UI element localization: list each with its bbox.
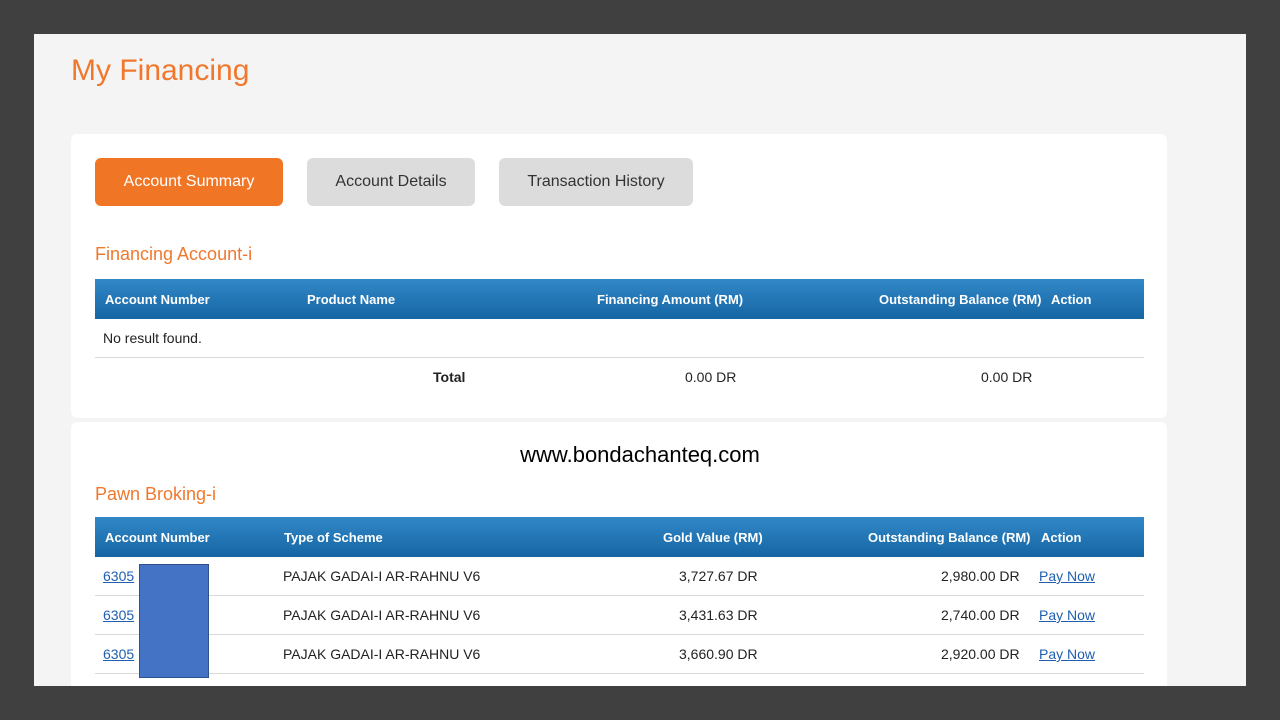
gold-value-cell: 3,727.67 DR (679, 568, 758, 584)
pay-now-link[interactable]: Pay Now (1039, 568, 1095, 584)
total-outstanding-balance: 0.00 DR (981, 369, 1033, 385)
pay-now-link[interactable]: Pay Now (1039, 607, 1095, 623)
gold-value-cell: 3,431.63 DR (679, 607, 758, 623)
empty-row: No result found. (95, 319, 1144, 358)
financing-section-title: Financing Account-i (95, 244, 253, 264)
pawn-section-title: Pawn Broking-i (95, 484, 217, 504)
tab-bar: Account Summary Account Details Transact… (95, 158, 693, 206)
outstanding-cell: 2,920.00 DR (941, 646, 1020, 662)
pay-now-link[interactable]: Pay Now (1039, 646, 1095, 662)
col-account-number: Account Number (105, 530, 210, 545)
slide-canvas: My Financing Account Summary Account Det… (34, 34, 1246, 686)
col-gold-value: Gold Value (RM) (663, 530, 763, 545)
account-number-link[interactable]: 6305 (103, 568, 134, 584)
col-outstanding-balance: Outstanding Balance (RM) (879, 292, 1042, 307)
empty-message: No result found. (103, 330, 202, 346)
financing-card: Account Summary Account Details Transact… (71, 134, 1167, 418)
scheme-cell: PAJAK GADAI-I AR-RAHNU V6 (283, 646, 481, 662)
watermark-text: www.bondachanteq.com (520, 442, 760, 467)
total-label: Total (433, 369, 466, 385)
account-number-link[interactable]: 6305 (103, 646, 134, 662)
outstanding-cell: 2,740.00 DR (941, 607, 1020, 623)
table-row: 6305 PAJAK GADAI-I AR-RAHNU V6 3,727.67 … (95, 557, 1144, 596)
tab-account-summary[interactable]: Account Summary (95, 158, 283, 206)
col-action: Action (1051, 292, 1092, 307)
table-row: 6305 PAJAK GADAI-I AR-RAHNU V6 3,660.90 … (95, 635, 1144, 674)
account-number-link[interactable]: 6305 (103, 607, 134, 623)
redaction-box (139, 564, 209, 678)
financing-table-header: Account Number Product Name Financing Am… (95, 279, 1144, 319)
total-row: Total 0.00 DR 0.00 DR (95, 358, 1144, 396)
col-outstanding-balance: Outstanding Balance (RM) (868, 530, 1031, 545)
gold-value-cell: 3,660.90 DR (679, 646, 758, 662)
total-financing-amount: 0.00 DR (685, 369, 737, 385)
pawn-table-header: Account Number Type of Scheme Gold Value… (95, 517, 1144, 557)
table-row: 6305 PAJAK GADAI-I AR-RAHNU V6 3,431.63 … (95, 596, 1144, 635)
col-product-name: Product Name (307, 292, 396, 307)
col-type-of-scheme: Type of Scheme (284, 530, 383, 545)
page-title: My Financing (71, 54, 250, 87)
tab-transaction-history[interactable]: Transaction History (499, 158, 693, 206)
outstanding-cell: 2,980.00 DR (941, 568, 1020, 584)
col-action: Action (1041, 530, 1082, 545)
col-account-number: Account Number (105, 292, 210, 307)
col-financing-amount: Financing Amount (RM) (597, 292, 744, 307)
scheme-cell: PAJAK GADAI-I AR-RAHNU V6 (283, 568, 481, 584)
financing-table: Account Number Product Name Financing Am… (95, 279, 1144, 396)
tab-account-details[interactable]: Account Details (307, 158, 475, 206)
pawn-table: Account Number Type of Scheme Gold Value… (95, 517, 1144, 674)
scheme-cell: PAJAK GADAI-I AR-RAHNU V6 (283, 607, 481, 623)
